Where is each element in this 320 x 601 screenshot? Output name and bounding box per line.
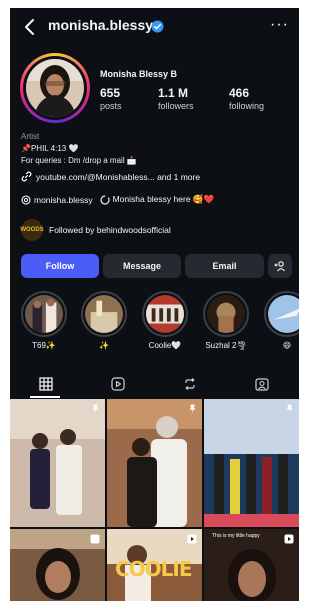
link-icon: [21, 171, 32, 182]
grid-icon: [39, 377, 53, 391]
highlight-item[interactable]: 😄: [264, 291, 299, 350]
reel-icon: [90, 534, 100, 544]
verified-badge-icon: [151, 20, 164, 33]
reel-icon: [187, 534, 197, 544]
story-ring[interactable]: [20, 53, 90, 123]
bio-link[interactable]: youtube.com/@Monishabless... and 1 more: [21, 171, 200, 182]
content-tabs: [10, 370, 299, 398]
highlight-item[interactable]: Suzhal 2🌪: [203, 291, 249, 350]
bio-line-1: 📌PHIL 4:13 🤍: [21, 144, 79, 153]
tab-posts-grid[interactable]: [10, 370, 82, 398]
avatar[interactable]: [26, 59, 84, 117]
threads-row[interactable]: monisha.blessy Monisha blessy here 🥰❤️: [21, 194, 214, 205]
email-button[interactable]: Email: [185, 254, 264, 278]
followed-by-account[interactable]: behindwoodsofficial: [97, 225, 171, 235]
profile-category: Artist: [21, 132, 40, 141]
highlight-label: Coolie🤍: [148, 341, 182, 350]
reposts-icon: [185, 378, 195, 390]
tab-reels[interactable]: [82, 370, 154, 398]
followed-by-prefix: Followed by: [49, 225, 97, 235]
followers-count: 1.1 M: [158, 86, 189, 100]
add-person-icon: [274, 261, 285, 272]
active-tab-indicator: [30, 396, 60, 398]
highlight-cover: [85, 295, 123, 333]
reel-icon: [284, 534, 294, 544]
profile-username: monisha.blessy: [48, 17, 154, 33]
following-count: 466: [229, 86, 250, 100]
grid-post[interactable]: COOLIE: [107, 529, 202, 601]
followed-by-row[interactable]: WOODS Followed by behindwoodsofficial: [20, 219, 171, 241]
highlight-item[interactable]: T69✨: [21, 291, 67, 350]
tab-reposts[interactable]: [154, 370, 226, 398]
follow-button[interactable]: Follow: [21, 254, 99, 278]
stat-posts[interactable]: 655 posts: [100, 86, 122, 111]
mutual-follower-avatar: WOODS: [20, 219, 44, 241]
more-horizontal-icon[interactable]: ···: [270, 16, 289, 34]
highlight-cover: [25, 295, 63, 333]
message-button[interactable]: Message: [103, 254, 181, 278]
tagged-icon: [255, 378, 269, 391]
followers-label: followers: [158, 101, 194, 111]
posts-grid: COOLIE This is my little happy: [10, 399, 299, 601]
highlight-cover: [268, 295, 299, 333]
highlight-label: 😄: [282, 341, 292, 350]
highlight-item[interactable]: ✨: [81, 291, 127, 350]
post-overlay-text: This is my little happy: [212, 533, 260, 539]
pin-icon: [92, 404, 99, 413]
bio-line-2: For queries : Dm /drop a mail 📩: [21, 156, 137, 165]
stat-followers[interactable]: 1.1 M followers: [158, 86, 194, 111]
tab-tagged[interactable]: [226, 370, 298, 398]
profile-screen: monisha.blessy ··· Monisha Blessy B 655 …: [10, 8, 299, 601]
profile-full-name: Monisha Blessy B: [100, 69, 178, 79]
bio-link-text[interactable]: youtube.com/@Monishabless...: [36, 172, 155, 182]
highlight-item[interactable]: Coolie🤍: [142, 291, 188, 350]
top-bar: monisha.blessy ···: [10, 8, 299, 46]
highlight-label: ✨: [99, 341, 109, 350]
stat-following[interactable]: 466 following: [229, 86, 264, 111]
highlight-cover: [146, 295, 184, 333]
highlight-label: T69✨: [32, 341, 56, 350]
highlight-cover: [207, 295, 245, 333]
chevron-left-icon[interactable]: [22, 17, 38, 37]
pin-icon: [189, 404, 196, 413]
posts-count: 655: [100, 86, 121, 100]
threads-icon: [21, 194, 31, 205]
posts-label: posts: [100, 101, 122, 111]
pin-icon: [286, 404, 293, 413]
grid-post[interactable]: [10, 399, 105, 527]
reels-icon: [111, 377, 125, 391]
grid-post[interactable]: [10, 529, 105, 601]
threads-handle[interactable]: monisha.blessy: [34, 195, 93, 205]
highlight-label: Suzhal 2🌪: [205, 341, 247, 350]
threads-note-icon: [100, 194, 110, 205]
grid-post[interactable]: This is my little happy: [204, 529, 299, 601]
grid-post[interactable]: [107, 399, 202, 527]
add-person-button[interactable]: [268, 254, 292, 278]
grid-post[interactable]: [204, 399, 299, 527]
post-overlay-text: COOLIE: [115, 557, 193, 581]
bio-link-more[interactable]: and 1 more: [155, 172, 200, 182]
following-label: following: [229, 101, 265, 111]
threads-note: Monisha blessy here 🥰❤️: [112, 194, 215, 204]
